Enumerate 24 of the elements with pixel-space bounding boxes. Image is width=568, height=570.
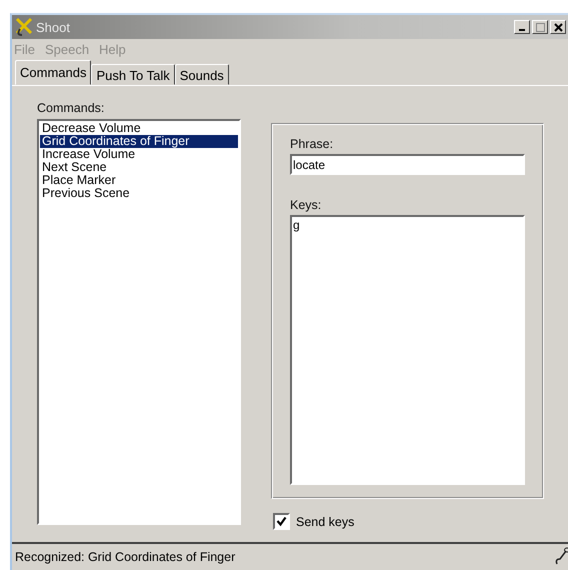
checkbox[interactable] [273, 513, 290, 530]
keys-field[interactable]: g [290, 215, 525, 485]
list-label: Commands: [37, 101, 106, 115]
list-item[interactable]: Increase Volume [40, 148, 238, 161]
tab[interactable]: Commands [15, 60, 92, 85]
close-icon [554, 22, 562, 32]
close-button[interactable] [550, 20, 566, 34]
phrase-field[interactable]: locate [290, 154, 525, 175]
maximize-button[interactable] [532, 20, 548, 34]
list-item[interactable]: Grid Coordinates of Finger [40, 135, 238, 148]
minimize-button[interactable] [514, 20, 530, 34]
list-item[interactable]: Decrease Volume [40, 122, 238, 135]
checkbox-label[interactable]: Send keys [296, 514, 354, 528]
list-item[interactable]: Previous Scene [40, 187, 238, 200]
commands-list[interactable]: Decrease Volume Grid Coordinates of Finger Increase Volume Next Scene Place Marker Previous Scene [37, 119, 241, 525]
list-item[interactable]: Next Scene [40, 161, 238, 174]
maximize-icon [536, 22, 544, 32]
window-title: Shoot [36, 20, 71, 34]
tab[interactable]: Sounds [174, 64, 229, 85]
keys-label: Keys: [290, 198, 322, 212]
status-text: Recognized: Grid Coordinates of Finger [15, 550, 236, 564]
phrase-label: Phrase: [290, 137, 334, 151]
tab[interactable]: Push To Talk [91, 64, 175, 85]
list-item[interactable]: Place Marker [40, 174, 238, 187]
